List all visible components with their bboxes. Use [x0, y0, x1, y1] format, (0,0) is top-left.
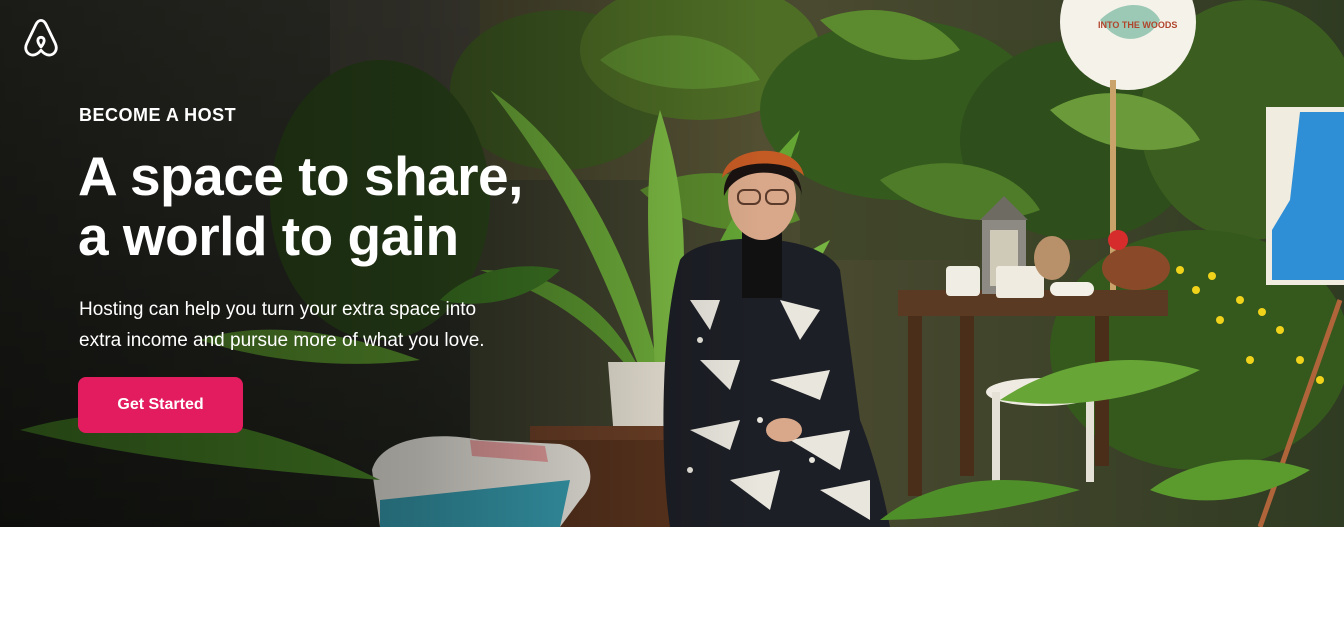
hero-description-line-1: Hosting can help you turn your extra spa… — [79, 299, 477, 320]
become-a-host-page: INTO THE WOODS BECOME A HOST A space to … — [0, 0, 1344, 619]
hero-description: Hosting can help you turn your extra spa… — [79, 294, 549, 356]
get-started-button[interactable]: Get Started — [78, 377, 243, 433]
become-a-host-label: BECOME A HOST — [79, 105, 237, 125]
hero-headline-line-1: A space to share, — [78, 145, 523, 207]
hero-headline: A space to share, a world to gain — [78, 146, 638, 266]
hero-banner: INTO THE WOODS BECOME A HOST A space to … — [0, 0, 1344, 527]
content-area — [0, 527, 1344, 619]
sign-text: INTO THE WOODS — [1098, 20, 1177, 30]
hero-headline-line-2: a world to gain — [78, 205, 459, 267]
hero-description-line-2: extra income and pursue more of what you… — [79, 330, 485, 351]
airbnb-logo-icon[interactable] — [22, 18, 60, 58]
